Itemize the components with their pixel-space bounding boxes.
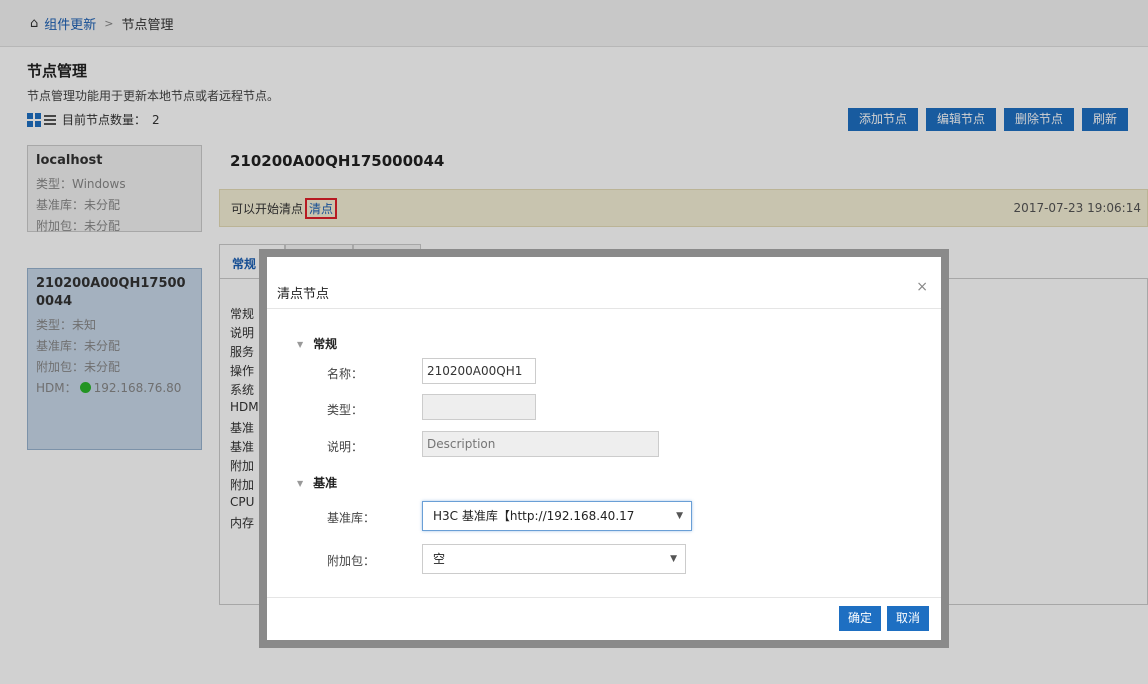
type-field[interactable] <box>422 394 536 420</box>
modal-footer: 确定 取消 <box>267 597 941 640</box>
modal-header: 清点节点 × <box>267 257 941 309</box>
name-field[interactable] <box>422 358 536 384</box>
baseline-label: 基准库： <box>327 511 376 525</box>
addon-label: 附加包： <box>327 554 376 568</box>
addon-select[interactable]: 空 ▼ <box>422 544 686 574</box>
section-baseline-label: 基准 <box>313 476 338 490</box>
chevron-down-icon: ▼ <box>676 511 683 521</box>
cancel-button[interactable]: 取消 <box>886 606 929 631</box>
triangle-down-icon: ▼ <box>297 479 304 488</box>
modal-title: 清点节点 <box>277 287 330 302</box>
name-label: 名称： <box>327 367 364 381</box>
section-baseline-toggle[interactable]: ▼ 基准 <box>297 474 337 491</box>
type-label: 类型： <box>327 403 364 417</box>
chevron-down-icon: ▼ <box>670 554 677 564</box>
description-label: 说明： <box>327 440 364 454</box>
addon-select-value: 空 <box>433 552 446 566</box>
section-general-toggle[interactable]: ▼ 常规 <box>297 335 337 352</box>
baseline-select-value: H3C 基准库【http://192.168.40.17 <box>433 509 635 523</box>
triangle-down-icon: ▼ <box>297 340 304 349</box>
description-field[interactable] <box>422 431 659 457</box>
close-icon[interactable]: × <box>916 279 928 295</box>
section-general-label: 常规 <box>313 337 338 351</box>
modal-frame: 清点节点 × ▼ 常规 名称： 类型： 说明： ▼ 基准 基准库： H3C 基准库【… <box>259 249 949 648</box>
inventory-node-dialog: 清点节点 × ▼ 常规 名称： 类型： 说明： ▼ 基准 基准库： H3C 基准库【… <box>267 257 941 640</box>
confirm-button[interactable]: 确定 <box>838 606 881 631</box>
baseline-select[interactable]: H3C 基准库【http://192.168.40.17 ▼ <box>422 501 692 531</box>
